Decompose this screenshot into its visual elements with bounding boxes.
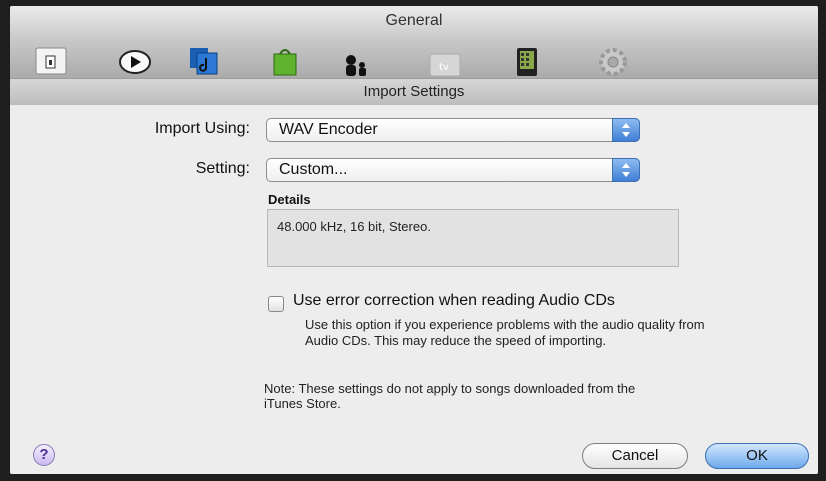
setting-label: Setting: xyxy=(195,160,250,177)
sheet-title: Import Settings xyxy=(10,78,818,106)
import-using-value: WAV Encoder xyxy=(279,121,378,138)
error-correction-help-text: Use this option if you experience proble… xyxy=(305,317,705,348)
setting-popup[interactable]: Custom... xyxy=(266,158,640,182)
details-heading: Details xyxy=(268,192,311,207)
help-button[interactable]: ? xyxy=(33,444,55,466)
ok-button[interactable]: OK xyxy=(705,443,809,469)
details-text: 48.000 kHz, 16 bit, Stereo. xyxy=(277,219,431,234)
import-settings-sheet: Import Using: WAV Encoder Setting: Custo… xyxy=(10,105,818,474)
import-using-label: Import Using: xyxy=(154,120,250,137)
settings-note: Note: These settings do not apply to son… xyxy=(264,381,636,411)
popup-arrows-icon xyxy=(612,158,640,182)
svg-text:tv: tv xyxy=(439,62,449,73)
import-using-popup[interactable]: WAV Encoder xyxy=(266,118,640,142)
popup-arrows-icon xyxy=(612,118,640,142)
preferences-toolbar: tv xyxy=(10,40,818,80)
advanced-gear-icon[interactable] xyxy=(596,46,630,76)
playback-icon[interactable] xyxy=(118,46,152,76)
error-correction-label[interactable]: Use error correction when reading Audio … xyxy=(293,292,615,310)
details-box: 48.000 kHz, 16 bit, Stereo. xyxy=(267,209,679,267)
cancel-button[interactable]: Cancel xyxy=(582,443,688,469)
apple-tv-icon[interactable]: tv xyxy=(428,46,462,77)
parental-icon[interactable] xyxy=(338,46,372,76)
devices-icon[interactable] xyxy=(510,46,544,76)
store-bag-icon[interactable] xyxy=(268,46,302,76)
general-switch-icon[interactable] xyxy=(34,46,68,76)
error-correction-checkbox[interactable] xyxy=(268,296,284,312)
setting-value: Custom... xyxy=(279,161,348,178)
window-title: General xyxy=(10,6,818,40)
sharing-icon[interactable] xyxy=(188,46,222,76)
preferences-window: General tv Import Settings Import Using: xyxy=(10,6,818,474)
